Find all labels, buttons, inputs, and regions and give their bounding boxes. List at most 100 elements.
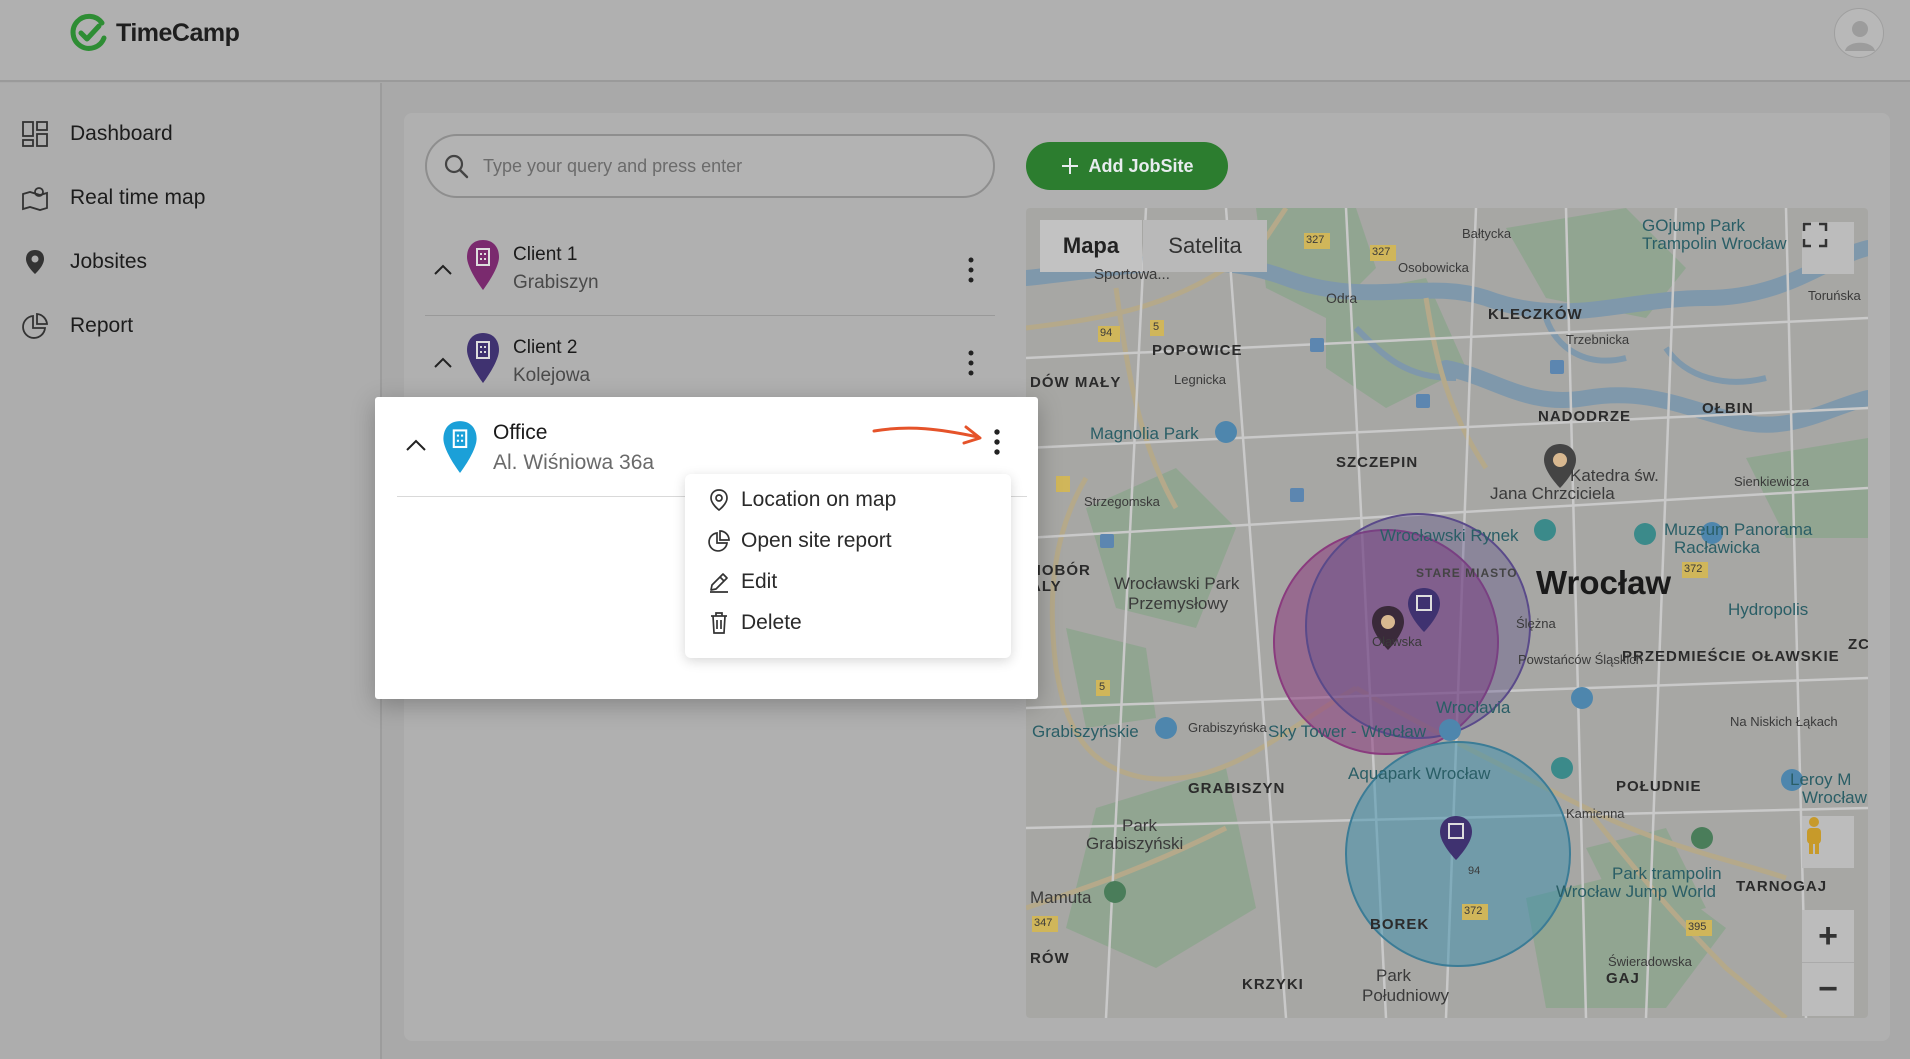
map-label-street: Odra: [1326, 290, 1358, 306]
street-view-button[interactable]: [1802, 816, 1854, 868]
app-logo[interactable]: TimeCamp: [68, 12, 240, 54]
trash-icon: [707, 611, 731, 635]
chevron-up-icon[interactable]: [433, 260, 453, 280]
jobsite-name: Client 1: [513, 244, 578, 265]
dashboard-icon: [20, 119, 50, 149]
jobsite-row-client-1[interactable]: Client 1 Grabiszyn: [425, 230, 995, 316]
road-number: 327: [1306, 234, 1325, 246]
map-label-place: Magnolia Park: [1090, 424, 1199, 443]
menu-item-edit[interactable]: Edit: [707, 570, 777, 594]
road-number: 372: [1684, 563, 1703, 575]
top-bar: TimeCamp: [0, 0, 1910, 82]
sidebar-item-label: Report: [70, 314, 134, 337]
map-label-place: Sportowa...: [1094, 266, 1170, 283]
map-label-street: Ślężna: [1516, 616, 1556, 631]
map-label-district: GRABISZYN: [1188, 780, 1286, 797]
menu-item-label: Edit: [741, 570, 778, 593]
map-label-place: Aquapark Wrocław: [1348, 764, 1491, 783]
road-number: 5: [1153, 321, 1160, 333]
map-view[interactable]: Mapa Satelita + − Wrocław KLECZKÓW POPOW…: [1026, 208, 1868, 1018]
sidebar-item-jobsites[interactable]: Jobsites: [20, 247, 147, 277]
map-label-place: Park: [1122, 816, 1157, 835]
map-label-district: ZC: [1848, 636, 1868, 653]
pie-chart-icon: [707, 529, 731, 553]
chevron-up-icon[interactable]: [433, 353, 453, 373]
map-label-street: Oławska: [1372, 634, 1422, 649]
map-label-district: NADODRZE: [1538, 408, 1631, 425]
map-label-street: Grabiszyńska: [1188, 720, 1267, 735]
plus-icon: [1062, 158, 1079, 174]
zoom-out-button[interactable]: −: [1802, 963, 1854, 1016]
map-label-district: RÓW: [1030, 950, 1070, 967]
map-label-district: HOBÓR: [1030, 562, 1091, 579]
jobsite-name: Office: [493, 421, 548, 444]
more-options-icon[interactable]: [967, 256, 975, 284]
map-label-district: OŁBIN: [1702, 400, 1754, 417]
road-number: 327: [1372, 246, 1391, 258]
location-pin-icon: [20, 247, 50, 277]
map-label-place: Hydropolis: [1728, 600, 1809, 619]
location-pin-icon: [707, 488, 731, 512]
road-number: 395: [1688, 921, 1707, 933]
sidebar-item-real-time-map[interactable]: Real time map: [20, 183, 205, 213]
map-label-street: Świeradowska: [1608, 954, 1692, 969]
map-label-street: Trzebnicka: [1566, 332, 1630, 347]
building-pin-icon: [443, 421, 477, 473]
map-label-district: PRZEDMIEŚCIE OŁAWSKIE: [1622, 648, 1840, 665]
map-label-place: Racławicka: [1674, 538, 1760, 557]
map-label-place: Wroclavia: [1436, 698, 1511, 717]
menu-item-label: Location on map: [741, 488, 897, 511]
fullscreen-icon: [1802, 222, 1828, 248]
map-label-place: Park trampolin: [1612, 864, 1722, 883]
menu-item-delete[interactable]: Delete: [707, 611, 802, 635]
app-name: TimeCamp: [116, 18, 240, 47]
more-options-icon[interactable]: [992, 427, 1002, 457]
map-label-district: SZCZEPIN: [1336, 454, 1419, 471]
zoom-control: + −: [1802, 910, 1854, 1016]
map-label-street: Kamienna: [1566, 806, 1625, 821]
map-label-street: Powstańców Śląskich: [1518, 652, 1643, 667]
menu-item-label: Open site report: [741, 529, 892, 552]
pencil-icon: [707, 570, 731, 594]
map-label-place: Wrocław Jump World: [1556, 882, 1716, 901]
menu-item-open-site-report[interactable]: Open site report: [707, 529, 892, 553]
menu-item-location-on-map[interactable]: Location on map: [707, 488, 896, 512]
map-tab-satellite[interactable]: Satelita: [1143, 220, 1267, 272]
map-tab-map[interactable]: Mapa: [1040, 220, 1142, 272]
road-number: 5: [1099, 681, 1106, 693]
map-label-place: Południowy: [1362, 986, 1449, 1005]
map-label-street: Bałtycka: [1462, 226, 1512, 241]
map-label-place: Jana Chrzciciela: [1490, 484, 1615, 503]
map-label-place: Katedra św.: [1570, 466, 1659, 485]
map-label-place: Trampolin Wrocław: [1642, 234, 1787, 253]
jobsite-address: Kolejowa: [513, 365, 591, 386]
map-label-place: Przemysłowy: [1128, 594, 1229, 613]
map-label-place: GOjump Park: [1642, 216, 1745, 235]
map-icon: [20, 183, 50, 213]
map-label-street: Strzegomska: [1084, 494, 1160, 509]
map-label-place: Wrocławski Rynek: [1380, 526, 1519, 545]
jobsite-address: Al. Wiśniowa 36a: [493, 451, 655, 474]
sidebar-item-label: Jobsites: [70, 250, 148, 273]
zoom-in-button[interactable]: +: [1802, 910, 1854, 963]
map-label-street: Na Niskich Łąkach: [1730, 714, 1838, 729]
building-pin-icon: [467, 240, 499, 290]
jobsite-address: Grabiszyn: [513, 272, 599, 293]
map-label-street: Sienkiewicza: [1734, 474, 1810, 489]
map-label-district: GAJ: [1606, 970, 1640, 987]
sidebar-item-dashboard[interactable]: Dashboard: [20, 119, 173, 149]
sidebar-item-report[interactable]: Report: [20, 311, 133, 341]
pegman-icon: [1807, 817, 1821, 854]
sidebar: Dashboard Real time map Jobsites Report: [0, 83, 382, 1059]
more-options-icon[interactable]: [967, 349, 975, 377]
map-label-place: Leroy M: [1790, 770, 1852, 789]
fullscreen-button[interactable]: [1802, 222, 1854, 274]
arrow-annotation-icon: [872, 425, 982, 445]
sidebar-item-label: Real time map: [70, 186, 206, 209]
add-jobsite-button[interactable]: Add JobSite: [1026, 142, 1228, 190]
jobsite-name: Client 2: [513, 337, 578, 358]
map-label-place: Grabiszyńskie: [1032, 722, 1139, 741]
search-input[interactable]: Type your query and press enter: [425, 134, 995, 198]
chevron-up-icon[interactable]: [405, 435, 427, 457]
user-avatar[interactable]: [1834, 8, 1884, 58]
